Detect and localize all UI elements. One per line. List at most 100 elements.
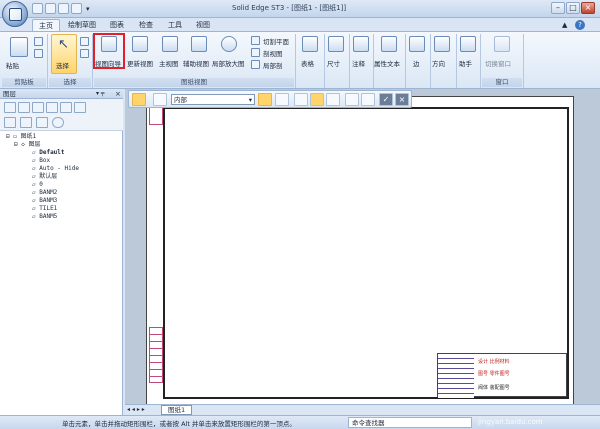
view-select-dropdown[interactable]: 内部 ▾ bbox=[171, 94, 255, 105]
application-button[interactable] bbox=[2, 1, 28, 27]
switch-window-button[interactable]: 切换窗口 bbox=[485, 58, 511, 68]
principal-view-icon[interactable] bbox=[162, 36, 178, 52]
ribbon-tabs: 主页 绘制草图 图表 检查 工具 视图 ▲ ? bbox=[0, 18, 600, 32]
broken-out-button[interactable]: 局部剖 bbox=[263, 60, 283, 70]
direction-button[interactable]: 方向 bbox=[432, 58, 445, 68]
ribbon-separator bbox=[456, 34, 457, 88]
stamp-icon[interactable] bbox=[275, 93, 289, 106]
table-icon[interactable] bbox=[302, 36, 318, 52]
cut-icon[interactable] bbox=[34, 37, 43, 46]
tree-item-layer[interactable]: ▱ Auto - Hide bbox=[0, 165, 79, 173]
ribbon-separator bbox=[324, 34, 325, 88]
tree-item-sheet[interactable]: ⊟ ▭ 图纸1 bbox=[0, 133, 36, 141]
dimension-icon[interactable] bbox=[328, 36, 344, 52]
paint-icon[interactable] bbox=[258, 93, 272, 106]
tree-item-layer[interactable]: ▱ 0 bbox=[0, 181, 43, 189]
panel-tool-icon[interactable] bbox=[20, 117, 32, 128]
panel-tool-icon[interactable] bbox=[46, 102, 58, 113]
view-wizard-icon[interactable] bbox=[101, 36, 117, 52]
tree-item-layer[interactable]: ▱ BANM2 bbox=[0, 189, 57, 197]
section-plane-icon[interactable] bbox=[251, 36, 260, 45]
forward-arrow-icon[interactable] bbox=[361, 93, 375, 106]
tree-item-layer[interactable]: ▱ BANM3 bbox=[0, 197, 57, 205]
panel-tool-icon[interactable] bbox=[32, 102, 44, 113]
qat-dropdown-icon[interactable]: ▾ bbox=[86, 5, 90, 13]
panel-tool-icon[interactable] bbox=[18, 102, 30, 113]
property-text-button[interactable]: 属性文本 bbox=[374, 58, 400, 68]
solid-edge-logo-icon bbox=[9, 8, 22, 21]
property-text-icon[interactable] bbox=[381, 36, 397, 52]
redo-icon[interactable] bbox=[71, 3, 82, 14]
tree-item-layer[interactable]: ▱ TILE1 bbox=[0, 205, 57, 213]
open-icon[interactable] bbox=[45, 3, 56, 14]
direction-icon[interactable] bbox=[434, 36, 450, 52]
tree-item-layer[interactable]: ▱ Box bbox=[0, 157, 50, 165]
panel-pin-icon[interactable]: ▾ ╤ bbox=[96, 89, 105, 99]
update-views-button[interactable]: 更新视图 bbox=[127, 58, 153, 68]
panel-tool-icon[interactable] bbox=[36, 117, 48, 128]
command-finder-input[interactable]: 命令查找器 bbox=[348, 417, 472, 428]
undo-icon[interactable] bbox=[58, 3, 69, 14]
tree-item-layer[interactable]: ▱ 默认层 bbox=[0, 173, 57, 181]
rectangle-icon[interactable] bbox=[310, 93, 324, 106]
panel-tool-icon[interactable] bbox=[60, 102, 72, 113]
copy-region-icon[interactable] bbox=[326, 93, 340, 106]
panel-tool-icon[interactable] bbox=[52, 117, 64, 128]
table-button[interactable]: 表格 bbox=[301, 58, 314, 68]
tree-label: 图纸1 bbox=[20, 133, 37, 140]
panel-header: 图层 ▾ ╤ × bbox=[0, 89, 123, 99]
cancel-icon[interactable]: × bbox=[395, 93, 409, 106]
auxiliary-view-icon[interactable] bbox=[191, 36, 207, 52]
check-select-icon[interactable] bbox=[294, 93, 308, 106]
panel-tool-icon[interactable] bbox=[74, 102, 86, 113]
dimension-button[interactable]: 尺寸 bbox=[327, 58, 340, 68]
filter-icon[interactable] bbox=[153, 93, 167, 106]
detail-view-icon[interactable] bbox=[221, 36, 237, 52]
title-block-text: 图号 零件图号 bbox=[478, 371, 510, 377]
broken-out-icon[interactable] bbox=[251, 60, 260, 69]
assistant-button[interactable]: 助手 bbox=[459, 58, 472, 68]
section-plane-button[interactable]: 切割平面 bbox=[263, 36, 289, 46]
tree-item-layers[interactable]: ⊟ ◇ 图层 bbox=[0, 141, 40, 149]
minimize-ribbon-icon[interactable]: ▲ bbox=[562, 21, 567, 29]
edge-icon[interactable] bbox=[409, 36, 425, 52]
principal-view-button[interactable]: 主视图 bbox=[159, 58, 179, 68]
edge-button[interactable]: 边 bbox=[413, 58, 420, 68]
panel-tool-icon[interactable] bbox=[4, 102, 16, 113]
sheet-nav-icon[interactable]: ◂ ◂ ▸ ▸ bbox=[127, 406, 145, 413]
update-views-icon[interactable] bbox=[132, 36, 148, 52]
title-block-grid bbox=[438, 354, 474, 398]
sheet-tab[interactable]: 图纸1 bbox=[161, 405, 193, 415]
assistant-icon[interactable] bbox=[460, 36, 476, 52]
auxiliary-view-button[interactable]: 辅助视图 bbox=[183, 58, 209, 68]
select-tool-icon[interactable] bbox=[132, 93, 146, 106]
tree-item-layer[interactable]: ▱ Default bbox=[0, 149, 65, 157]
annotation-icon[interactable] bbox=[353, 36, 369, 52]
drawing-views-group-label: 图纸视图 bbox=[94, 78, 294, 87]
select-options-icon[interactable] bbox=[80, 49, 89, 58]
panel-close-icon[interactable]: × bbox=[115, 89, 121, 99]
annotation-button[interactable]: 注释 bbox=[352, 58, 365, 68]
minimize-button[interactable]: – bbox=[551, 2, 565, 14]
section-view-icon[interactable] bbox=[251, 48, 260, 57]
panel-toolbar bbox=[0, 99, 123, 131]
help-icon[interactable]: ? bbox=[575, 20, 585, 30]
view-wizard-button[interactable]: 视图向导 bbox=[95, 58, 121, 68]
switch-window-icon[interactable] bbox=[494, 36, 510, 52]
status-bar: 单击元素，单击并拖动矩形围栏，或者按 Alt 并单击来放置矩形围栏的第一顶点。 … bbox=[0, 415, 600, 429]
select-filter-icon[interactable] bbox=[80, 37, 89, 46]
accept-icon[interactable]: ✓ bbox=[379, 93, 393, 106]
detail-view-button[interactable]: 局部放大图 bbox=[212, 58, 245, 68]
section-view-button[interactable]: 剖视图 bbox=[263, 48, 283, 58]
paste-button[interactable]: 粘贴 bbox=[6, 60, 19, 70]
tree-label: TILE1 bbox=[39, 205, 58, 212]
panel-tool-icon[interactable] bbox=[4, 117, 16, 128]
drawing-sheet[interactable]: 设计 比例材料 图号 零件图号 阀体 装配图号 bbox=[146, 96, 574, 406]
close-button[interactable]: × bbox=[581, 2, 595, 14]
paste-icon[interactable] bbox=[10, 37, 28, 57]
tree-item-layer[interactable]: ▱ BANM5 bbox=[0, 213, 57, 221]
copy-icon[interactable] bbox=[34, 49, 43, 58]
maximize-button[interactable]: □ bbox=[566, 2, 580, 14]
back-arrow-icon[interactable] bbox=[345, 93, 359, 106]
save-icon[interactable] bbox=[32, 3, 43, 14]
